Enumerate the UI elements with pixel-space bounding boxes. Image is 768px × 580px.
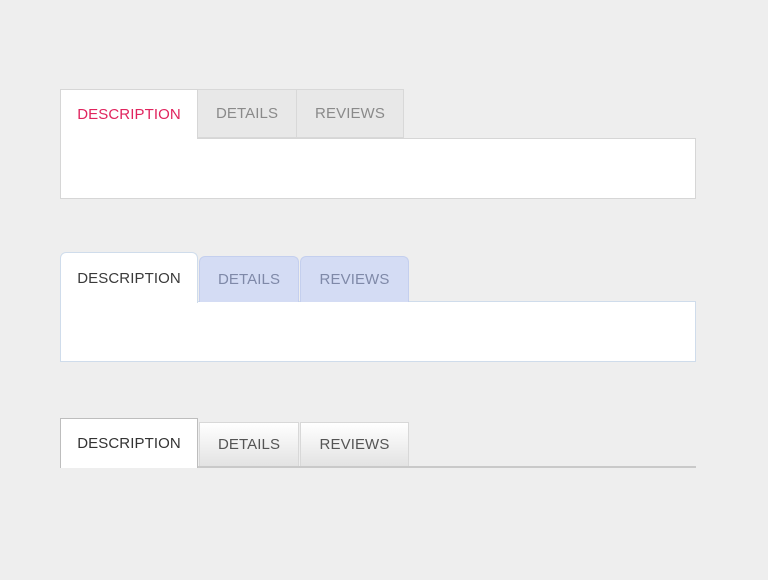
- tab-description[interactable]: DESCRIPTION: [60, 418, 198, 468]
- tab-details[interactable]: DETAILS: [199, 256, 299, 302]
- tabset-rounded-blue: DESCRIPTION DETAILS REVIEWS: [60, 252, 696, 362]
- tab-description[interactable]: DESCRIPTION: [60, 252, 198, 303]
- tab-details[interactable]: DETAILS: [199, 422, 299, 466]
- tab-reviews[interactable]: REVIEWS: [300, 422, 409, 466]
- tabset-gradient: DESCRIPTION DETAILS REVIEWS: [60, 418, 696, 470]
- tabset-flat: DESCRIPTION DETAILS REVIEWS: [60, 89, 696, 199]
- tab-details[interactable]: DETAILS: [197, 89, 297, 138]
- tab-reviews[interactable]: REVIEWS: [296, 89, 404, 138]
- tab-panel: [60, 138, 696, 199]
- tab-description[interactable]: DESCRIPTION: [60, 89, 198, 139]
- tab-panel: [60, 301, 696, 362]
- tab-reviews[interactable]: REVIEWS: [300, 256, 409, 302]
